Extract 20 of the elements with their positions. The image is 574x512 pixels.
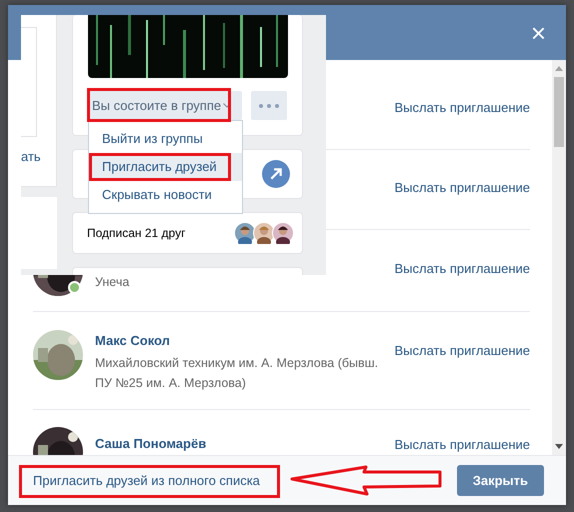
invite-link[interactable]: Выслать приглашение [394, 343, 530, 359]
close-button[interactable]: Закрыть [456, 465, 544, 496]
invite-link[interactable]: Выслать приглашение [394, 180, 530, 196]
full-list-link[interactable]: Пригласить друзей из полного списка [33, 473, 260, 488]
invite-link[interactable]: Выслать приглашение [394, 261, 530, 277]
scrollbar[interactable] [552, 60, 566, 455]
friend-name[interactable]: Саша Пономарёв [95, 436, 392, 452]
membership-dropdown[interactable]: Вы состоите в группе [88, 91, 242, 120]
invite-link[interactable]: Выслать приглашение [394, 437, 530, 453]
side-text: ать [21, 149, 41, 164]
subscribed-text: Подписан 21 друг [87, 226, 186, 240]
more-icon [259, 104, 280, 108]
close-icon[interactable]: × [530, 20, 546, 46]
menu-item[interactable]: Скрывать новости [89, 181, 242, 209]
friend-name[interactable]: Макс Сокол [95, 333, 392, 349]
invite-link[interactable]: Выслать приглашение [394, 100, 530, 116]
friend-subtitle: Унеча [95, 274, 130, 291]
friend-subtitle: Михайловский техникум им. А. Мерзлова (бывш. ПУ №25 им. А. Мерзлова) [95, 355, 380, 392]
menu-item[interactable]: Выйти из группы [89, 125, 242, 153]
more-button[interactable] [251, 91, 287, 120]
